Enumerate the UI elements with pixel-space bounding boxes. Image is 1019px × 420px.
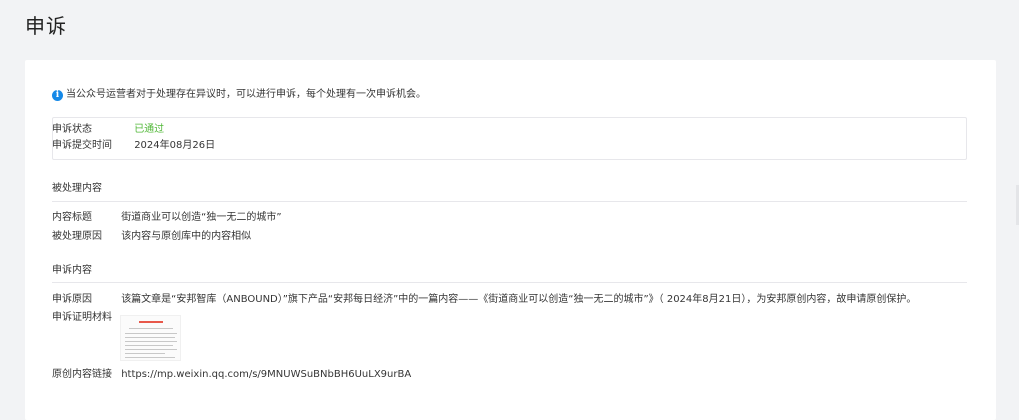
original-link-value[interactable]: https://mp.weixin.qq.com/s/9MNUWSuBNbBH6… <box>121 369 411 380</box>
processed-divider <box>52 201 967 202</box>
appeal-card: i 当公众号运营者对于处理存在异议时，可以进行申诉，每个处理有一次申诉机会。 申… <box>25 60 996 420</box>
submit-time-row: 申诉提交时间 2024年08月26日 <box>52 139 215 153</box>
processed-reason-label: 被处理原因 <box>52 231 102 242</box>
processed-section-title: 被处理内容 <box>52 183 102 194</box>
evidence-thumbnail[interactable] <box>120 315 181 361</box>
content-title-value: 街道商业可以创造“独一无二的城市” <box>121 212 282 223</box>
appeal-reason-value: 该篇文章是“安邦智库（ANBOUND）”旗下产品“安邦每日经济”中的一篇内容——… <box>121 294 917 305</box>
original-link-label: 原创内容链接 <box>52 369 112 380</box>
processed-reason-row: 被处理原因 该内容与原创库中的内容相似 <box>52 230 251 244</box>
submit-time-value: 2024年08月26日 <box>134 140 216 151</box>
status-value: 已通过 <box>134 124 165 135</box>
content-title-label: 内容标题 <box>52 212 92 223</box>
appeal-reason-label: 申诉原因 <box>52 294 92 305</box>
status-label: 申诉状态 <box>52 124 92 135</box>
appeal-reason-row: 申诉原因 该篇文章是“安邦智库（ANBOUND）”旗下产品“安邦每日经济”中的一… <box>52 293 916 307</box>
notice-bar: i 当公众号运营者对于处理存在异议时，可以进行申诉，每个处理有一次申诉机会。 <box>52 88 426 102</box>
info-icon: i <box>52 89 63 101</box>
appeal-divider <box>52 282 967 283</box>
thumbnail-heading-mark <box>139 321 163 323</box>
content-title-row: 内容标题 街道商业可以创造“独一无二的城市” <box>52 211 282 225</box>
appeal-section-title: 申诉内容 <box>52 265 92 276</box>
page-title: 申诉 <box>25 14 67 38</box>
evidence-label: 申诉证明材料 <box>52 312 112 323</box>
status-row: 申诉状态 已通过 <box>52 123 164 137</box>
notice-text: 当公众号运营者对于处理存在异议时，可以进行申诉，每个处理有一次申诉机会。 <box>66 89 426 100</box>
processed-reason-value: 该内容与原创库中的内容相似 <box>121 231 252 242</box>
original-link-row: 原创内容链接 https://mp.weixin.qq.com/s/9MNUWS… <box>52 368 411 382</box>
submit-time-label: 申诉提交时间 <box>52 140 112 151</box>
evidence-row: 申诉证明材料 <box>52 311 112 325</box>
